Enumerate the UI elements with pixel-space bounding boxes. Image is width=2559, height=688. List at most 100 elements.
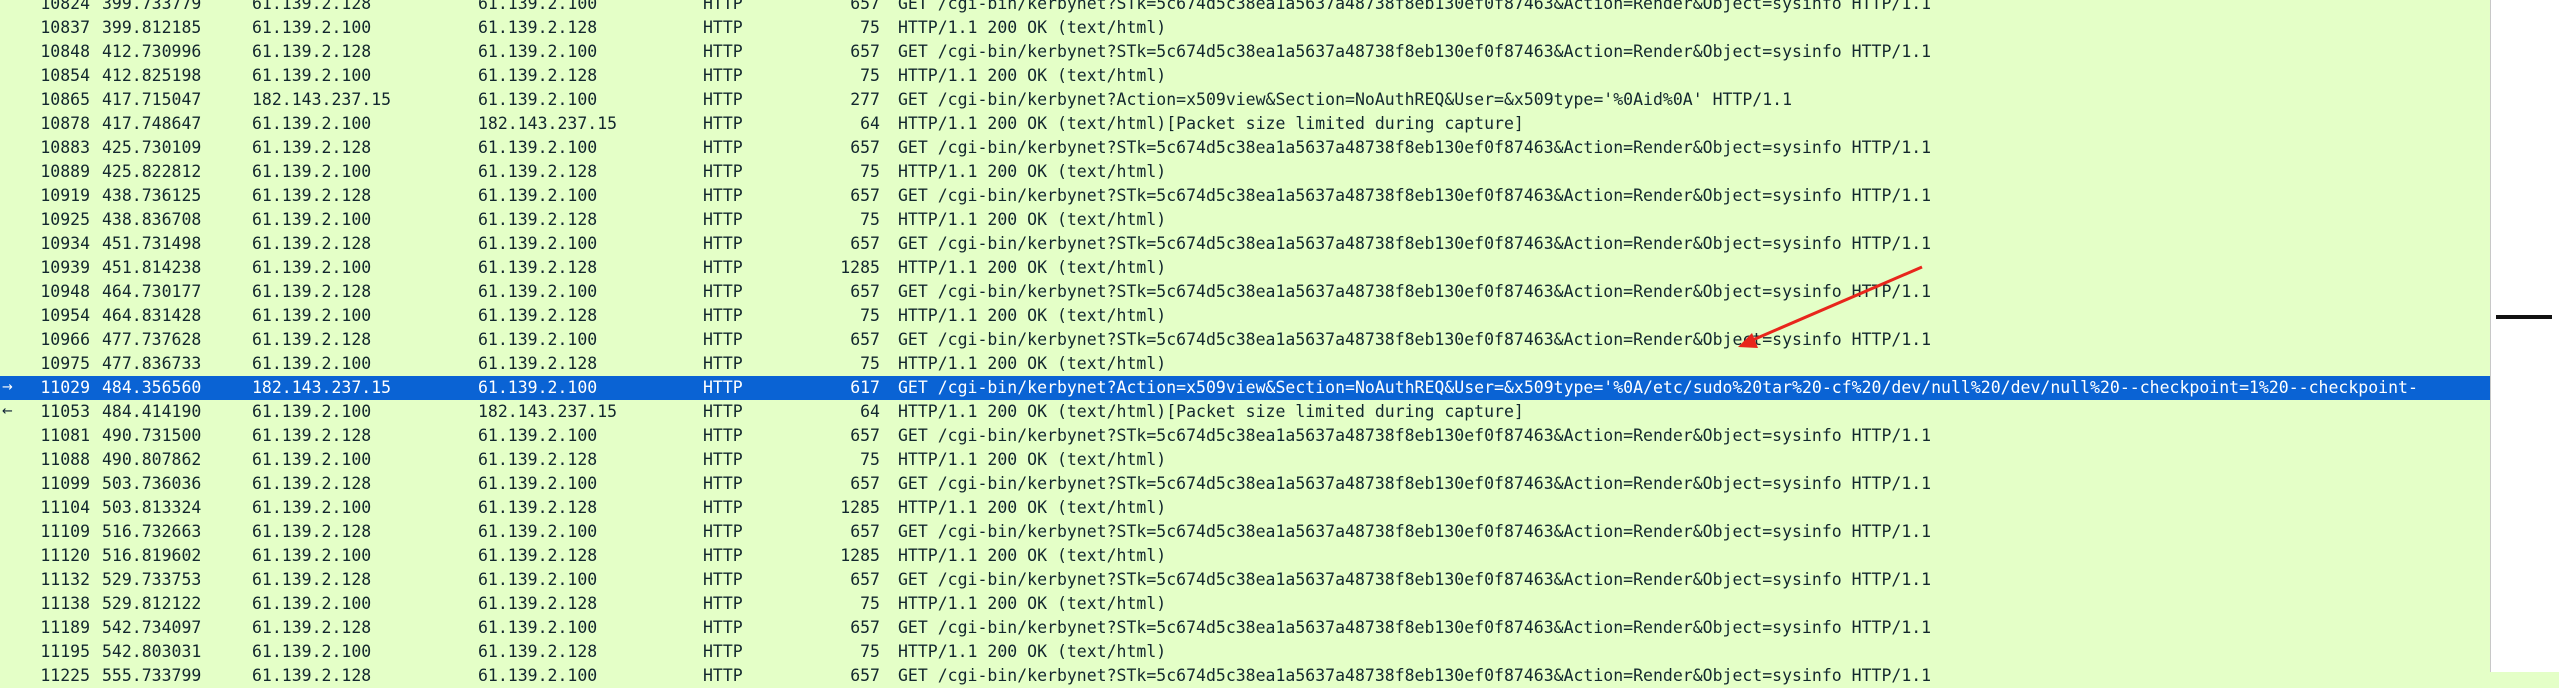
packet-info: GET /cgi-bin/kerbynet?Action=x509view&Se… xyxy=(898,378,2418,397)
packet-number: 11132 xyxy=(40,570,90,589)
packet-row[interactable]: 11225 555.733799 61.139.2.128 61.139.2.100 H… xyxy=(0,664,2490,688)
packet-length: 277 xyxy=(850,90,880,109)
packet-number: 10954 xyxy=(40,306,90,325)
packet-protocol: HTTP xyxy=(703,426,743,445)
packet-destination: 61.139.2.100 xyxy=(478,186,598,205)
packet-number: 11225 xyxy=(40,666,90,685)
packet-info: HTTP/1.1 200 OK (text/html) xyxy=(898,450,1167,469)
packet-destination: 61.139.2.100 xyxy=(478,330,598,349)
packet-protocol: HTTP xyxy=(703,546,743,565)
packet-row[interactable]: 10878 417.748647 61.139.2.100 182.143.237.1… xyxy=(0,112,2490,136)
packet-info: GET /cgi-bin/kerbynet?STk=5c674d5c38ea1a… xyxy=(898,666,1932,685)
packet-length: 657 xyxy=(850,186,880,205)
packet-number: 11138 xyxy=(40,594,90,613)
packet-destination: 61.139.2.128 xyxy=(478,498,598,517)
packet-row[interactable]: 11088 490.807862 61.139.2.100 61.139.2.128 H… xyxy=(0,448,2490,472)
packet-source: 182.143.237.15 xyxy=(252,378,392,397)
packet-list[interactable]: 10824 399.733779 61.139.2.128 61.139.2.100 H… xyxy=(0,0,2490,688)
packet-row[interactable]: ← 11053 484.414190 61.139.2.100 182.143.237.… xyxy=(0,400,2490,424)
packet-length: 657 xyxy=(850,618,880,637)
packet-row[interactable]: 10854 412.825198 61.139.2.100 61.139.2.128 H… xyxy=(0,64,2490,88)
packet-info: GET /cgi-bin/kerbynet?STk=5c674d5c38ea1a… xyxy=(898,234,1932,253)
packet-time: 542.734097 xyxy=(102,618,202,637)
packet-info: HTTP/1.1 200 OK (text/html) xyxy=(898,594,1167,613)
packet-time: 529.733753 xyxy=(102,570,202,589)
packet-row[interactable]: 11132 529.733753 61.139.2.128 61.139.2.100 H… xyxy=(0,568,2490,592)
packet-number: 10878 xyxy=(40,114,90,133)
packet-info: GET /cgi-bin/kerbynet?STk=5c674d5c38ea1a… xyxy=(898,618,1932,637)
packet-row[interactable]: 11104 503.813324 61.139.2.100 61.139.2.128 H… xyxy=(0,496,2490,520)
packet-row[interactable]: 10966 477.737628 61.139.2.128 61.139.2.100 H… xyxy=(0,328,2490,352)
packet-destination: 182.143.237.15 xyxy=(478,402,618,421)
packet-time: 503.813324 xyxy=(102,498,202,517)
packet-row[interactable]: 10939 451.814238 61.139.2.100 61.139.2.128 H… xyxy=(0,256,2490,280)
packet-row[interactable]: 10919 438.736125 61.139.2.128 61.139.2.100 H… xyxy=(0,184,2490,208)
packet-length: 64 xyxy=(860,402,880,421)
packet-protocol: HTTP xyxy=(703,258,743,277)
packet-protocol: HTTP xyxy=(703,186,743,205)
packet-row[interactable]: 10824 399.733779 61.139.2.128 61.139.2.100 H… xyxy=(0,0,2490,16)
packet-source: 61.139.2.128 xyxy=(252,666,372,685)
packet-row[interactable]: 11189 542.734097 61.139.2.128 61.139.2.100 H… xyxy=(0,616,2490,640)
packet-row[interactable]: 11120 516.819602 61.139.2.100 61.139.2.128 H… xyxy=(0,544,2490,568)
packet-time: 484.356560 xyxy=(102,378,202,397)
packet-source: 61.139.2.128 xyxy=(252,570,372,589)
packet-row[interactable]: 11195 542.803031 61.139.2.100 61.139.2.128 H… xyxy=(0,640,2490,664)
packet-row[interactable]: 10975 477.836733 61.139.2.100 61.139.2.128 H… xyxy=(0,352,2490,376)
packet-time: 417.748647 xyxy=(102,114,202,133)
packet-row[interactable]: 10837 399.812185 61.139.2.100 61.139.2.128 H… xyxy=(0,16,2490,40)
packet-source: 61.139.2.100 xyxy=(252,18,372,37)
packet-length: 75 xyxy=(860,450,880,469)
packet-info: HTTP/1.1 200 OK (text/html) xyxy=(898,354,1167,373)
packet-row[interactable]: 10848 412.730996 61.139.2.128 61.139.2.100 H… xyxy=(0,40,2490,64)
packet-protocol: HTTP xyxy=(703,66,743,85)
packet-time: 438.736125 xyxy=(102,186,202,205)
packet-source: 61.139.2.100 xyxy=(252,498,372,517)
packet-time: 542.803031 xyxy=(102,642,202,661)
packet-source: 61.139.2.128 xyxy=(252,522,372,541)
packet-row[interactable]: 10925 438.836708 61.139.2.100 61.139.2.128 H… xyxy=(0,208,2490,232)
packet-destination: 61.139.2.128 xyxy=(478,66,598,85)
packet-info: HTTP/1.1 200 OK (text/html) xyxy=(898,546,1167,565)
packet-row[interactable]: 11138 529.812122 61.139.2.100 61.139.2.128 H… xyxy=(0,592,2490,616)
packet-protocol: HTTP xyxy=(703,282,743,301)
packet-time: 464.831428 xyxy=(102,306,202,325)
packet-source: 61.139.2.128 xyxy=(252,0,372,13)
packet-length: 75 xyxy=(860,594,880,613)
packet-length: 617 xyxy=(850,378,880,397)
packet-row-selected[interactable]: → 11029 484.356560 182.143.237.15 61.139.2.1… xyxy=(0,376,2490,400)
packet-length: 657 xyxy=(850,666,880,685)
packet-number: 10848 xyxy=(40,42,90,61)
packet-destination: 61.139.2.100 xyxy=(478,618,598,637)
packet-row[interactable]: 11081 490.731500 61.139.2.128 61.139.2.100 H… xyxy=(0,424,2490,448)
packet-number: 11104 xyxy=(40,498,90,517)
packet-protocol: HTTP xyxy=(703,138,743,157)
packet-time: 490.731500 xyxy=(102,426,202,445)
packet-protocol: HTTP xyxy=(703,618,743,637)
packet-number: 11195 xyxy=(40,642,90,661)
packet-minimap[interactable] xyxy=(2490,0,2559,672)
packet-source: 61.139.2.100 xyxy=(252,306,372,325)
packet-destination: 61.139.2.100 xyxy=(478,522,598,541)
packet-source: 61.139.2.100 xyxy=(252,210,372,229)
packet-length: 657 xyxy=(850,282,880,301)
packet-row[interactable]: 10865 417.715047 182.143.237.15 61.139.2.10… xyxy=(0,88,2490,112)
packet-length: 1285 xyxy=(840,546,880,565)
packet-time: 438.836708 xyxy=(102,210,202,229)
packet-source: 61.139.2.100 xyxy=(252,546,372,565)
packet-source: 61.139.2.100 xyxy=(252,594,372,613)
packet-time: 477.737628 xyxy=(102,330,202,349)
minimap-position-marker xyxy=(2496,315,2552,319)
packet-destination: 61.139.2.100 xyxy=(478,570,598,589)
packet-row[interactable]: 11099 503.736036 61.139.2.128 61.139.2.100 H… xyxy=(0,472,2490,496)
packet-time: 516.819602 xyxy=(102,546,202,565)
packet-row[interactable]: 10948 464.730177 61.139.2.128 61.139.2.100 H… xyxy=(0,280,2490,304)
packet-row[interactable]: 10883 425.730109 61.139.2.128 61.139.2.100 H… xyxy=(0,136,2490,160)
packet-row[interactable]: 10889 425.822812 61.139.2.100 61.139.2.128 H… xyxy=(0,160,2490,184)
packet-row[interactable]: 11109 516.732663 61.139.2.128 61.139.2.100 H… xyxy=(0,520,2490,544)
packet-row[interactable]: 10954 464.831428 61.139.2.100 61.139.2.128 H… xyxy=(0,304,2490,328)
packet-length: 657 xyxy=(850,426,880,445)
packet-source: 61.139.2.128 xyxy=(252,426,372,445)
packet-row[interactable]: 10934 451.731498 61.139.2.128 61.139.2.100 H… xyxy=(0,232,2490,256)
packet-source: 61.139.2.128 xyxy=(252,42,372,61)
